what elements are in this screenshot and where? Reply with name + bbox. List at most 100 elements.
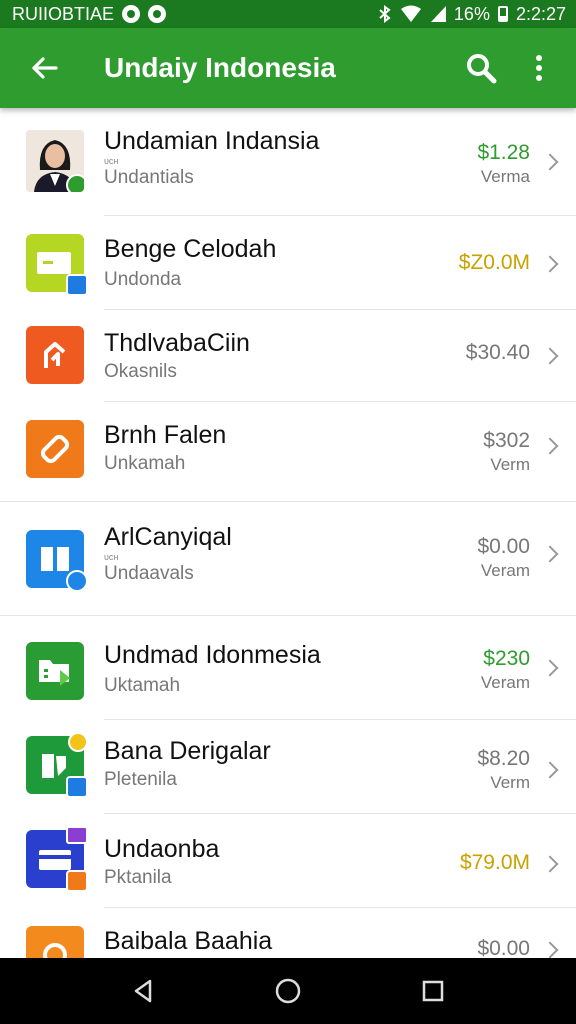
- item-title: Undaonba: [104, 835, 220, 863]
- item-tag: ᴜᴄʜ: [104, 156, 119, 166]
- list-item[interactable]: Undaonba Pktanila $79.0M: [0, 814, 576, 908]
- badge-icon: [66, 274, 88, 296]
- item-icon: [26, 326, 84, 384]
- item-icon: [26, 530, 88, 592]
- item-price: $230: [483, 647, 530, 670]
- item-icon: [26, 926, 84, 958]
- status-left: RUIIOBTIAE: [12, 3, 167, 25]
- wifi-icon: [400, 5, 421, 22]
- clock: 2:2:27: [515, 3, 566, 24]
- item-title: ThdlvabaCiin: [104, 329, 250, 357]
- list-item[interactable]: Undmad Idonmesia Uktamah $230 Veram: [0, 616, 576, 720]
- list-item[interactable]: ThdlvabaCiin Okasnils $30.40: [0, 310, 576, 402]
- list-item[interactable]: Benge Celodah Undonda $Z0.0M: [0, 216, 576, 310]
- search-icon: [467, 54, 497, 84]
- item-subtitle: Pletenila: [104, 769, 177, 790]
- triangle-back-icon: [134, 979, 151, 1003]
- badge-icon: [66, 826, 88, 844]
- item-title: Brnh Falen: [104, 421, 227, 449]
- item-subtitle: Undantials: [104, 167, 194, 188]
- item-icon: [26, 420, 84, 478]
- folder-icon: [39, 660, 70, 686]
- item-title: ArlCanyiqal: [104, 523, 232, 551]
- system-nav-bar: [0, 958, 576, 1024]
- more-vert-icon: [536, 55, 542, 81]
- item-price: $Z0.0M: [458, 251, 530, 274]
- nav-back-button[interactable]: [113, 966, 173, 1016]
- battery-icon: [497, 6, 508, 22]
- nav-recents-button[interactable]: [403, 966, 463, 1016]
- list-item[interactable]: Undamian Indansia ᴜᴄʜ Undantials $1.28 V…: [0, 108, 576, 216]
- item-price: $79.0M: [459, 851, 530, 874]
- chat-icon: [43, 943, 67, 958]
- app-list: Undamian Indansia ᴜᴄʜ Undantials $1.28 V…: [0, 108, 576, 958]
- badge-icon: [66, 776, 88, 798]
- avatar: [26, 130, 84, 192]
- item-subtitle: Unkamah: [104, 453, 186, 474]
- item-period: Veram: [480, 561, 530, 580]
- book-icon: [41, 547, 69, 571]
- item-price: $302: [483, 429, 530, 452]
- app-bar: Undaiy Indonesia: [0, 28, 576, 108]
- item-period: Verm: [490, 455, 530, 474]
- item-title: Baibala Baahia: [104, 927, 273, 955]
- sync-icon: [148, 5, 167, 23]
- chevron-right-icon: [541, 437, 559, 455]
- battery-percent: 16%: [453, 3, 490, 24]
- item-subtitle: Undonda: [104, 269, 182, 290]
- item-period: Veram: [480, 673, 530, 692]
- list-item[interactable]: ArlCanyiqal ᴜᴄʜ Undaavals $0.00 Veram: [0, 502, 576, 616]
- notification-icon: [122, 5, 141, 23]
- item-period: Verm: [490, 773, 530, 792]
- back-button[interactable]: [0, 28, 88, 108]
- item-price: $1.28: [477, 141, 530, 164]
- item-title: Undamian Indansia: [104, 127, 320, 155]
- chevron-right-icon: [541, 659, 559, 677]
- status-bar: RUIIOBTIAE 16% 2:2:27: [0, 0, 576, 28]
- item-price: $30.40: [465, 341, 530, 364]
- bluetooth-icon: [379, 5, 391, 23]
- badge-icon: [66, 870, 88, 892]
- share-house-icon: [44, 342, 66, 368]
- tag-icon: [40, 434, 70, 464]
- item-subtitle: Okasnils: [104, 361, 177, 382]
- list-item[interactable]: Baibala Baahia $0.00: [0, 908, 576, 958]
- chevron-right-icon: [541, 761, 559, 779]
- chevron-right-icon: [541, 941, 559, 958]
- status-right: 16% 2:2:27: [378, 4, 566, 25]
- item-title: Bana Derigalar: [104, 737, 271, 765]
- chevron-right-icon: [541, 255, 559, 273]
- page-title: Undaiy Indonesia: [104, 52, 336, 83]
- verified-badge-icon: [66, 174, 84, 192]
- item-price: $0.00: [477, 937, 530, 958]
- overflow-menu-button[interactable]: [510, 28, 568, 108]
- item-icon: [26, 826, 88, 892]
- circle-home-icon: [275, 978, 301, 1004]
- item-tag: ᴜᴄʜ: [104, 552, 119, 562]
- item-title: Undmad Idonmesia: [104, 641, 321, 669]
- badge-icon: [66, 570, 88, 592]
- nav-home-button[interactable]: [258, 966, 318, 1016]
- chevron-right-icon: [541, 545, 559, 563]
- square-recents-icon: [423, 980, 444, 1002]
- item-subtitle: Uktamah: [104, 675, 181, 696]
- item-subtitle: Pktanila: [104, 867, 172, 888]
- item-title: Benge Celodah: [104, 235, 277, 263]
- item-icon: [26, 732, 88, 798]
- item-subtitle: Undaavals: [104, 563, 194, 584]
- item-icon: [26, 234, 88, 296]
- coin-icon: [68, 732, 88, 752]
- arrow-back-icon: [32, 57, 58, 79]
- list-item[interactable]: Bana Derigalar Pletenila $8.20 Verm: [0, 720, 576, 814]
- search-button[interactable]: [452, 28, 510, 108]
- item-price: $0.00: [477, 535, 530, 558]
- item-icon: [26, 642, 84, 700]
- chevron-right-icon: [541, 855, 559, 873]
- carrier-text: RUIIOBTIAE: [12, 3, 115, 24]
- chevron-right-icon: [541, 153, 559, 171]
- item-price: $8.20: [477, 747, 530, 770]
- item-period: Verma: [480, 167, 530, 186]
- chevron-right-icon: [541, 347, 559, 365]
- list-item[interactable]: Brnh Falen Unkamah $302 Verm: [0, 402, 576, 502]
- signal-icon: [430, 6, 446, 22]
